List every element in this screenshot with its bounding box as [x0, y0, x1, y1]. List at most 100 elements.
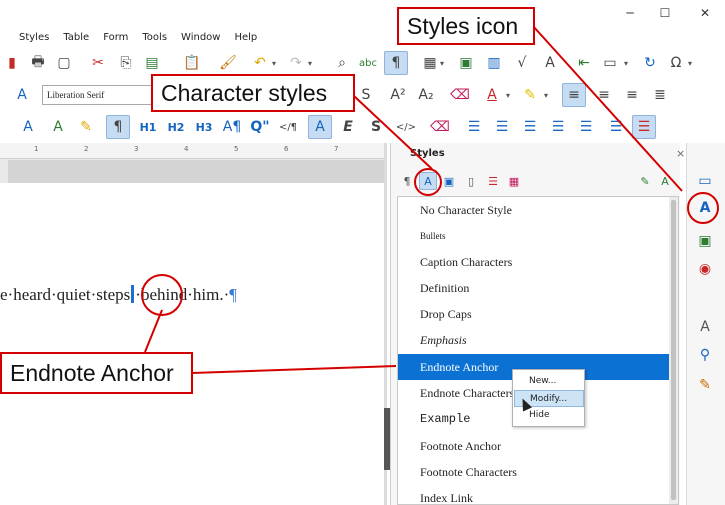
- no-list-icon[interactable]: ⌫: [428, 115, 452, 139]
- style-item[interactable]: Footnote Characters: [398, 459, 670, 485]
- superscript-icon[interactable]: A²: [386, 83, 410, 107]
- sidebar-styles-icon[interactable]: A: [693, 197, 717, 219]
- sidebar-gallery-icon[interactable]: ▣: [693, 230, 717, 252]
- outline-list-icon[interactable]: ☰: [574, 115, 598, 139]
- clear-formatting-icon[interactable]: ⌫: [448, 83, 472, 107]
- document-text[interactable]: e·heard·quiet·steps ·behind·him.·¶: [0, 285, 237, 305]
- heading2-icon[interactable]: H2: [164, 115, 188, 139]
- sidebar-navigator-icon[interactable]: ◉: [693, 258, 717, 280]
- preformatted-icon[interactable]: </¶: [276, 115, 300, 139]
- default-paragraph-icon[interactable]: ¶: [106, 115, 130, 139]
- menu-tools[interactable]: Tools: [142, 32, 167, 43]
- redo-icon[interactable]: ↷: [284, 51, 308, 75]
- style-item[interactable]: Footnote Anchor: [398, 433, 670, 459]
- numbered-list-icon[interactable]: ☰: [490, 115, 514, 139]
- subscript-icon[interactable]: A₂: [414, 83, 438, 107]
- undo-dropdown-icon[interactable]: ▾: [272, 59, 280, 68]
- character-styles-icon[interactable]: A: [419, 172, 437, 190]
- source-text-icon[interactable]: </>: [394, 115, 418, 139]
- style-item[interactable]: Emphasis: [398, 327, 670, 353]
- style-item[interactable]: Index Link: [398, 485, 670, 504]
- page-styles-icon[interactable]: ▯: [462, 172, 480, 190]
- alpha-list-icon[interactable]: ☰: [518, 115, 542, 139]
- table-dropdown-icon[interactable]: ▾: [440, 59, 448, 68]
- insert-formula-icon[interactable]: √: [510, 51, 534, 75]
- frame-styles-icon[interactable]: ▣: [440, 172, 458, 190]
- new-style-from-selection-icon[interactable]: A: [656, 172, 674, 190]
- list-indent-icon[interactable]: ☰: [604, 115, 628, 139]
- insert-field-icon[interactable]: ▭: [598, 51, 622, 75]
- align-right-icon[interactable]: ≡: [620, 83, 644, 107]
- bullet-list-icon[interactable]: ☰: [462, 115, 486, 139]
- roman-list-icon[interactable]: ☰: [546, 115, 570, 139]
- special-character-icon[interactable]: Ω: [664, 51, 688, 75]
- special-character-dropdown-icon[interactable]: ▾: [688, 59, 696, 68]
- spelling-icon[interactable]: abc: [356, 51, 380, 75]
- default-character-icon[interactable]: A: [308, 115, 332, 139]
- paragraph-style-icon[interactable]: A: [10, 83, 34, 107]
- formatting-marks-icon[interactable]: ¶: [384, 51, 408, 75]
- sidebar-manage-changes-icon[interactable]: ✎: [693, 374, 717, 396]
- align-left-icon[interactable]: ≡: [562, 83, 586, 107]
- quotations-icon[interactable]: Q": [248, 115, 272, 139]
- no-list-active-icon[interactable]: ☰: [632, 115, 656, 139]
- menu-table[interactable]: Table: [63, 32, 89, 43]
- sidebar-style-inspector-icon[interactable]: ⚲: [693, 344, 717, 366]
- emphasis-icon[interactable]: E: [336, 115, 360, 139]
- font-color-dropdown-icon[interactable]: ▾: [506, 91, 514, 100]
- new-style-icon[interactable]: A: [46, 115, 70, 139]
- font-name-box[interactable]: Liberation Serif: [42, 85, 160, 105]
- scrollbar-thumb[interactable]: [671, 200, 676, 500]
- document-page[interactable]: [0, 183, 386, 505]
- highlight-dropdown-icon[interactable]: ▾: [544, 91, 552, 100]
- insert-image-icon[interactable]: ▣: [454, 51, 478, 75]
- paste-icon[interactable]: ▤: [140, 51, 164, 75]
- justify-icon[interactable]: ≣: [648, 83, 672, 107]
- sidebar-page-icon[interactable]: A: [693, 316, 717, 338]
- paragraph-styles-icon[interactable]: ¶: [398, 172, 416, 190]
- insert-table-icon[interactable]: ▦: [418, 51, 442, 75]
- clone-formatting-icon[interactable]: 🖌: [216, 51, 240, 75]
- style-item[interactable]: No Character Style: [398, 197, 670, 223]
- menu-form[interactable]: Form: [103, 32, 128, 43]
- list-styles-icon[interactable]: ☰: [484, 172, 502, 190]
- maximize-button[interactable]: ☐: [650, 4, 680, 22]
- insert-chart-icon[interactable]: ▥: [482, 51, 506, 75]
- style-item[interactable]: Drop Caps: [398, 301, 670, 327]
- cut-icon[interactable]: ✂: [86, 51, 110, 75]
- menu-help[interactable]: Help: [234, 32, 257, 43]
- clipboard-icon[interactable]: 📋: [180, 51, 204, 75]
- context-new[interactable]: New...: [514, 373, 584, 390]
- menu-window[interactable]: Window: [181, 32, 220, 43]
- copy-icon[interactable]: ⎘: [114, 51, 138, 75]
- fill-format-icon[interactable]: ✎: [636, 172, 654, 190]
- endnote-anchor-mark[interactable]: [131, 285, 135, 303]
- minimize-button[interactable]: ─: [615, 4, 645, 22]
- print-icon[interactable]: 🖶: [26, 51, 50, 75]
- undo-icon[interactable]: ↶: [248, 51, 272, 75]
- sidebar-properties-icon[interactable]: ▭: [693, 170, 717, 192]
- align-center-icon[interactable]: ≡: [592, 83, 616, 107]
- styles-panel-close-icon[interactable]: ×: [676, 147, 685, 160]
- heading1-icon[interactable]: H1: [136, 115, 160, 139]
- menu-styles[interactable]: Styles: [19, 32, 49, 43]
- field-dropdown-icon[interactable]: ▾: [624, 59, 632, 68]
- strong-emphasis-icon[interactable]: S: [364, 115, 388, 139]
- find-replace-icon[interactable]: ⌕: [330, 51, 354, 75]
- heading3-icon[interactable]: H3: [192, 115, 216, 139]
- export-pdf-icon[interactable]: ▮: [0, 51, 24, 75]
- style-item[interactable]: Caption Characters: [398, 249, 670, 275]
- font-color-icon[interactable]: A: [480, 83, 504, 107]
- style-item[interactable]: Bullets: [398, 223, 670, 249]
- redo-dropdown-icon[interactable]: ▾: [308, 59, 316, 68]
- strikethrough-icon[interactable]: S: [354, 83, 378, 107]
- insert-page-break-icon[interactable]: ⇤: [572, 51, 596, 75]
- print-preview-icon[interactable]: ▢: [52, 51, 76, 75]
- update-style-icon[interactable]: A: [16, 115, 40, 139]
- highlight-icon[interactable]: ✎: [518, 83, 542, 107]
- refresh-icon[interactable]: ↻: [638, 51, 662, 75]
- insert-text-box-icon[interactable]: A: [538, 51, 562, 75]
- table-styles-icon[interactable]: ▦: [505, 172, 523, 190]
- text-body-icon[interactable]: A¶: [220, 115, 244, 139]
- style-brush-icon[interactable]: ✎: [74, 115, 98, 139]
